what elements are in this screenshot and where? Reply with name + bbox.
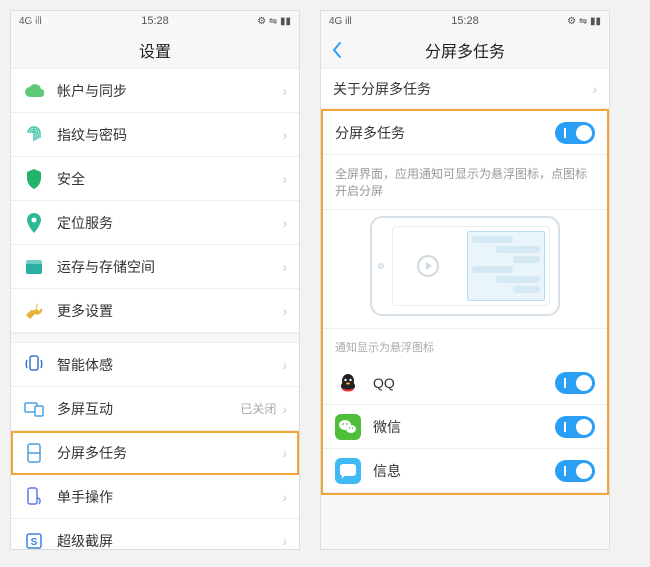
wechat-icon	[335, 414, 361, 440]
settings-row[interactable]: 安全›	[11, 157, 299, 201]
row-label: 帐户与同步	[57, 81, 282, 101]
chevron-right-icon: ›	[282, 489, 287, 505]
row-label: 更多设置	[57, 301, 282, 321]
master-toggle-row[interactable]: 分屏多任务	[323, 111, 607, 155]
status-signal: 4G ill	[329, 16, 352, 27]
highlighted-panel: 分屏多任务 全屏界面，应用通知可显示为悬浮图标，点图标开启分屏 通知显示为悬浮图…	[321, 109, 609, 495]
app-name: 微信	[373, 417, 555, 437]
cloud-icon	[23, 80, 45, 102]
header: 分屏多任务	[321, 31, 609, 69]
settings-row[interactable]: 帐户与同步›	[11, 69, 299, 113]
row-label: 定位服务	[57, 213, 282, 233]
chevron-right-icon: ›	[282, 401, 287, 417]
multiscreen-icon	[23, 398, 45, 420]
status-right-icons: ⚙ ⇋ ▮▮	[567, 16, 601, 27]
chevron-right-icon: ›	[282, 259, 287, 275]
settings-row[interactable]: 指纹与密码›	[11, 113, 299, 157]
settings-row[interactable]: 多屏互动已关闭 ›	[11, 387, 299, 431]
sms-icon	[335, 458, 361, 484]
settings-row[interactable]: 定位服务›	[11, 201, 299, 245]
app-name: QQ	[373, 375, 555, 391]
app-toggle-switch[interactable]	[555, 416, 595, 438]
back-button[interactable]	[331, 41, 343, 59]
chevron-right-icon: ›	[282, 215, 287, 231]
app-toggle-row[interactable]: 微信	[323, 405, 607, 449]
app-name: 信息	[373, 461, 555, 481]
settings-list: 帐户与同步›指纹与密码›安全›定位服务›运存与存储空间›更多设置›智能体感›多屏…	[11, 69, 299, 550]
row-label: 运存与存储空间	[57, 257, 282, 277]
supershot-icon: S	[23, 530, 45, 551]
svg-text:S: S	[31, 537, 38, 548]
page-title: 分屏多任务	[425, 38, 505, 62]
app-toggle-switch[interactable]	[555, 460, 595, 482]
settings-screen: i . kgfanr . c 4G ill 15:28 ⚙ ⇋ ▮▮ 设置 帐户…	[10, 10, 300, 550]
description-text: 全屏界面，应用通知可显示为悬浮图标，点图标开启分屏	[323, 155, 607, 210]
row-label: 指纹与密码	[57, 125, 282, 145]
about-split-screen-row[interactable]: 关于分屏多任务 ›	[321, 69, 609, 109]
chevron-right-icon: ›	[282, 445, 287, 461]
master-toggle-label: 分屏多任务	[335, 123, 555, 143]
apps-section-label: 通知显示为悬浮图标	[323, 329, 607, 361]
onehand-icon	[23, 486, 45, 508]
chevron-right-icon: ›	[282, 357, 287, 373]
row-label: 超级截屏	[57, 531, 282, 551]
master-toggle-switch[interactable]	[555, 122, 595, 144]
chevron-right-icon: ›	[282, 127, 287, 143]
settings-row[interactable]: 分屏多任务›	[11, 431, 299, 475]
chevron-right-icon: ›	[282, 303, 287, 319]
settings-row[interactable]: 更多设置›	[11, 289, 299, 333]
status-signal: 4G ill	[19, 16, 42, 27]
shield-icon	[23, 168, 45, 190]
box-icon	[23, 256, 45, 278]
qq-icon	[335, 370, 361, 396]
settings-row[interactable]: 单手操作›	[11, 475, 299, 519]
apps-list: QQ 微信信息	[323, 361, 607, 493]
row-label: 多屏互动	[57, 399, 240, 419]
status-bar: 4G ill 15:28 ⚙ ⇋ ▮▮	[321, 11, 609, 31]
row-label: 智能体感	[57, 355, 282, 375]
chevron-right-icon: ›	[592, 81, 597, 97]
status-time: 15:28	[451, 15, 479, 27]
split-screen-settings: 4G ill 15:28 ⚙ ⇋ ▮▮ 分屏多任务 关于分屏多任务 › 分屏多任…	[320, 10, 610, 550]
row-label: 分屏多任务	[57, 443, 282, 463]
app-toggle-row[interactable]: 信息	[323, 449, 607, 493]
fingerprint-icon	[23, 124, 45, 146]
status-bar: 4G ill 15:28 ⚙ ⇋ ▮▮	[11, 11, 299, 31]
page-title: 设置	[139, 38, 171, 62]
about-label: 关于分屏多任务	[333, 79, 592, 99]
illustration	[323, 210, 607, 329]
wrench-icon	[23, 300, 45, 322]
row-label: 单手操作	[57, 487, 282, 507]
status-time: 15:28	[141, 15, 169, 27]
header: 设置	[11, 31, 299, 69]
settings-row[interactable]: S 超级截屏›	[11, 519, 299, 550]
pin-icon	[23, 212, 45, 234]
chevron-right-icon: ›	[282, 83, 287, 99]
settings-row[interactable]: 智能体感›	[11, 343, 299, 387]
splitscreen-icon	[23, 442, 45, 464]
chevron-right-icon: ›	[282, 533, 287, 549]
settings-row[interactable]: 运存与存储空间›	[11, 245, 299, 289]
phone-mock-icon	[370, 216, 560, 316]
row-value: 已关闭	[240, 400, 276, 417]
app-toggle-row[interactable]: QQ	[323, 361, 607, 405]
status-right-icons: ⚙ ⇋ ▮▮	[257, 16, 291, 27]
row-label: 安全	[57, 169, 282, 189]
play-icon	[417, 255, 439, 277]
chevron-right-icon: ›	[282, 171, 287, 187]
sense-icon	[23, 354, 45, 376]
app-toggle-switch[interactable]	[555, 372, 595, 394]
